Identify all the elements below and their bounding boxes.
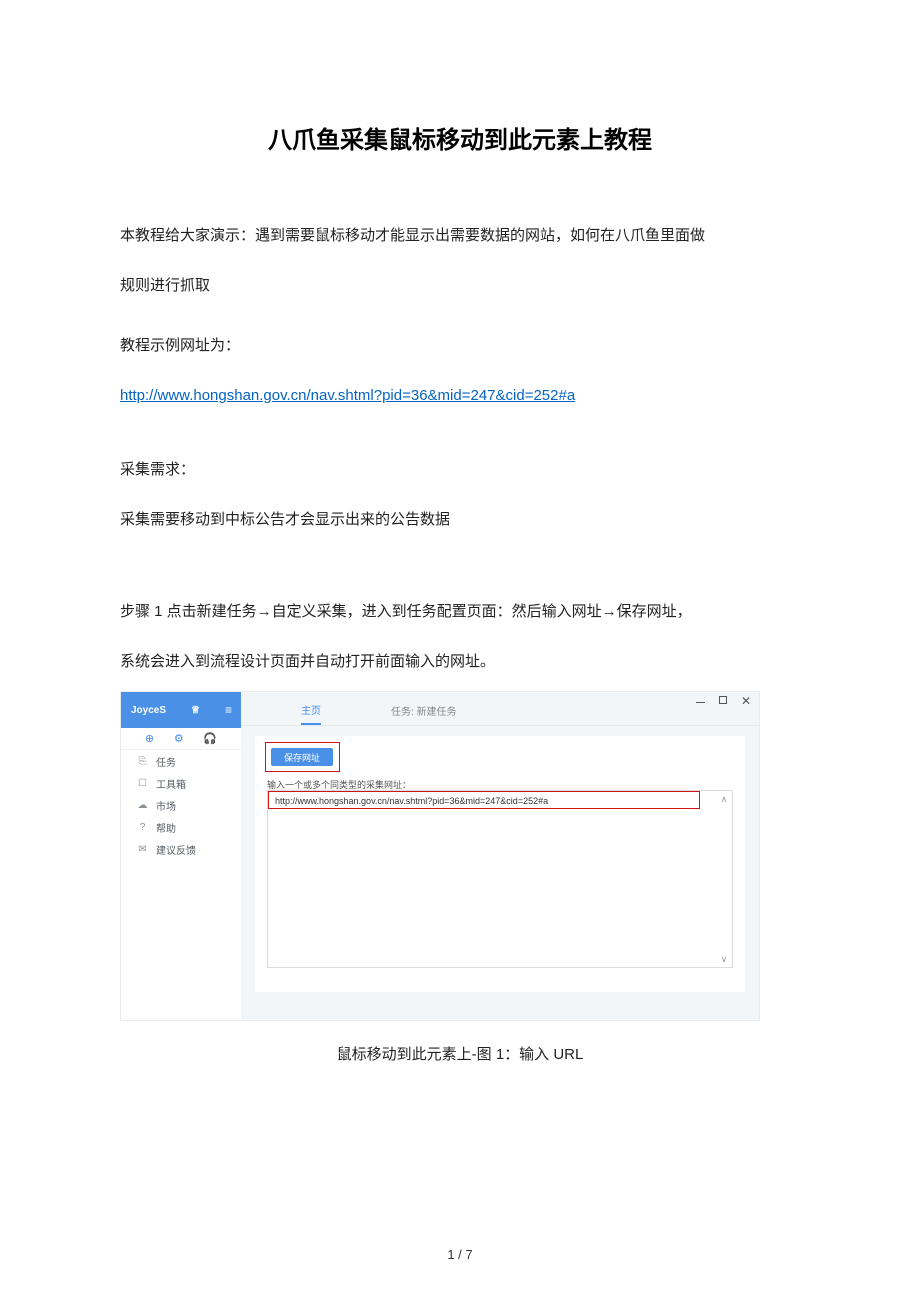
sidebar-item-tasks[interactable]: ⎘ 任务 xyxy=(121,750,241,772)
sidebar-item-label: 帮助 xyxy=(156,820,176,835)
sidebar-item-label: 工具箱 xyxy=(156,776,186,791)
sidebar-item-market[interactable]: ☁ 市场 xyxy=(121,794,241,816)
minimize-icon[interactable] xyxy=(696,702,705,703)
sidebar-item-label: 任务 xyxy=(156,754,176,769)
url-textarea[interactable]: http://www.hongshan.gov.cn/nav.shtml?pid… xyxy=(267,790,733,968)
sidebar-item-label: 市场 xyxy=(156,798,176,813)
app-screenshot: JoyceS ♕ ≡ ⊕ ⚙ 🎧 ⎘ 任务 ☐ 工具箱 ☁ 市场 ? 帮助 ✉ … xyxy=(120,691,760,1021)
sidebar-icon-row: ⊕ ⚙ 🎧 xyxy=(121,728,241,750)
maximize-icon[interactable] xyxy=(719,696,727,704)
hamburger-icon[interactable]: ≡ xyxy=(225,703,231,717)
plus-icon[interactable]: ⊕ xyxy=(145,732,154,745)
toolbox-icon: ☐ xyxy=(137,778,148,789)
content-panel: 保存网址 输入一个或多个同类型的采集网址： http://www.hongsha… xyxy=(255,736,745,992)
tab-new-task[interactable]: 任务: 新建任务 xyxy=(391,703,457,725)
help-icon: ? xyxy=(137,822,148,833)
step1-line-b: 系统会进入到流程设计页面并自动打开前面输入的网址。 xyxy=(120,641,800,683)
bell-icon[interactable]: 🎧 xyxy=(203,732,217,745)
tab-home[interactable]: 主页 xyxy=(301,702,321,725)
sidebar-header: JoyceS ♕ ≡ xyxy=(121,692,241,728)
intro-line-2: 规则进行抓取 xyxy=(120,265,800,307)
save-url-button[interactable]: 保存网址 xyxy=(271,748,333,766)
sidebar-item-feedback[interactable]: ✉ 建议反馈 xyxy=(121,838,241,860)
intro-line-1: 本教程给大家演示：遇到需要鼠标移动才能显示出需要数据的网站，如何在八爪鱼里面做 xyxy=(120,215,800,257)
crown-icon: ♕ xyxy=(191,705,200,716)
market-icon: ☁ xyxy=(137,800,148,811)
sidebar-item-help[interactable]: ? 帮助 xyxy=(121,816,241,838)
sidebar-item-toolbox[interactable]: ☐ 工具箱 xyxy=(121,772,241,794)
example-url-link[interactable]: http://www.hongshan.gov.cn/nav.shtml?pid… xyxy=(120,375,575,417)
feedback-icon: ✉ xyxy=(137,844,148,855)
need-text: 采集需要移动到中标公告才会显示出来的公告数据 xyxy=(120,499,800,541)
need-label: 采集需求： xyxy=(120,449,800,491)
example-url-label: 教程示例网址为： xyxy=(120,325,800,367)
main-panel: ✕ 主页 任务: 新建任务 保存网址 输入一个或多个同类型的采集网址： http… xyxy=(241,692,759,1020)
url-value: http://www.hongshan.gov.cn/nav.shtml?pid… xyxy=(275,794,692,808)
step1-line-a: 步骤 1 点击新建任务→自定义采集，进入到任务配置页面：然后输入网址→保存网址， xyxy=(120,591,800,633)
sidebar: JoyceS ♕ ≡ ⊕ ⚙ 🎧 ⎘ 任务 ☐ 工具箱 ☁ 市场 ? 帮助 ✉ … xyxy=(121,692,241,1020)
window-buttons: ✕ xyxy=(696,696,751,706)
tasks-icon: ⎘ xyxy=(137,756,148,767)
gear-icon[interactable]: ⚙ xyxy=(174,732,184,745)
figure-caption: 鼠标移动到此元素上-图 1：输入 URL xyxy=(120,1043,800,1064)
close-icon[interactable]: ✕ xyxy=(741,696,751,706)
sidebar-item-label: 建议反馈 xyxy=(156,842,196,857)
tab-bar: 主页 任务: 新建任务 xyxy=(241,692,759,726)
scroll-down-icon[interactable]: ∨ xyxy=(719,954,729,964)
doc-title: 八爪鱼采集鼠标移动到此元素上教程 xyxy=(120,120,800,155)
scroll-up-icon[interactable]: ∧ xyxy=(719,794,729,804)
page-number: 1 / 7 xyxy=(0,1247,920,1262)
brand-label: JoyceS xyxy=(131,705,166,716)
